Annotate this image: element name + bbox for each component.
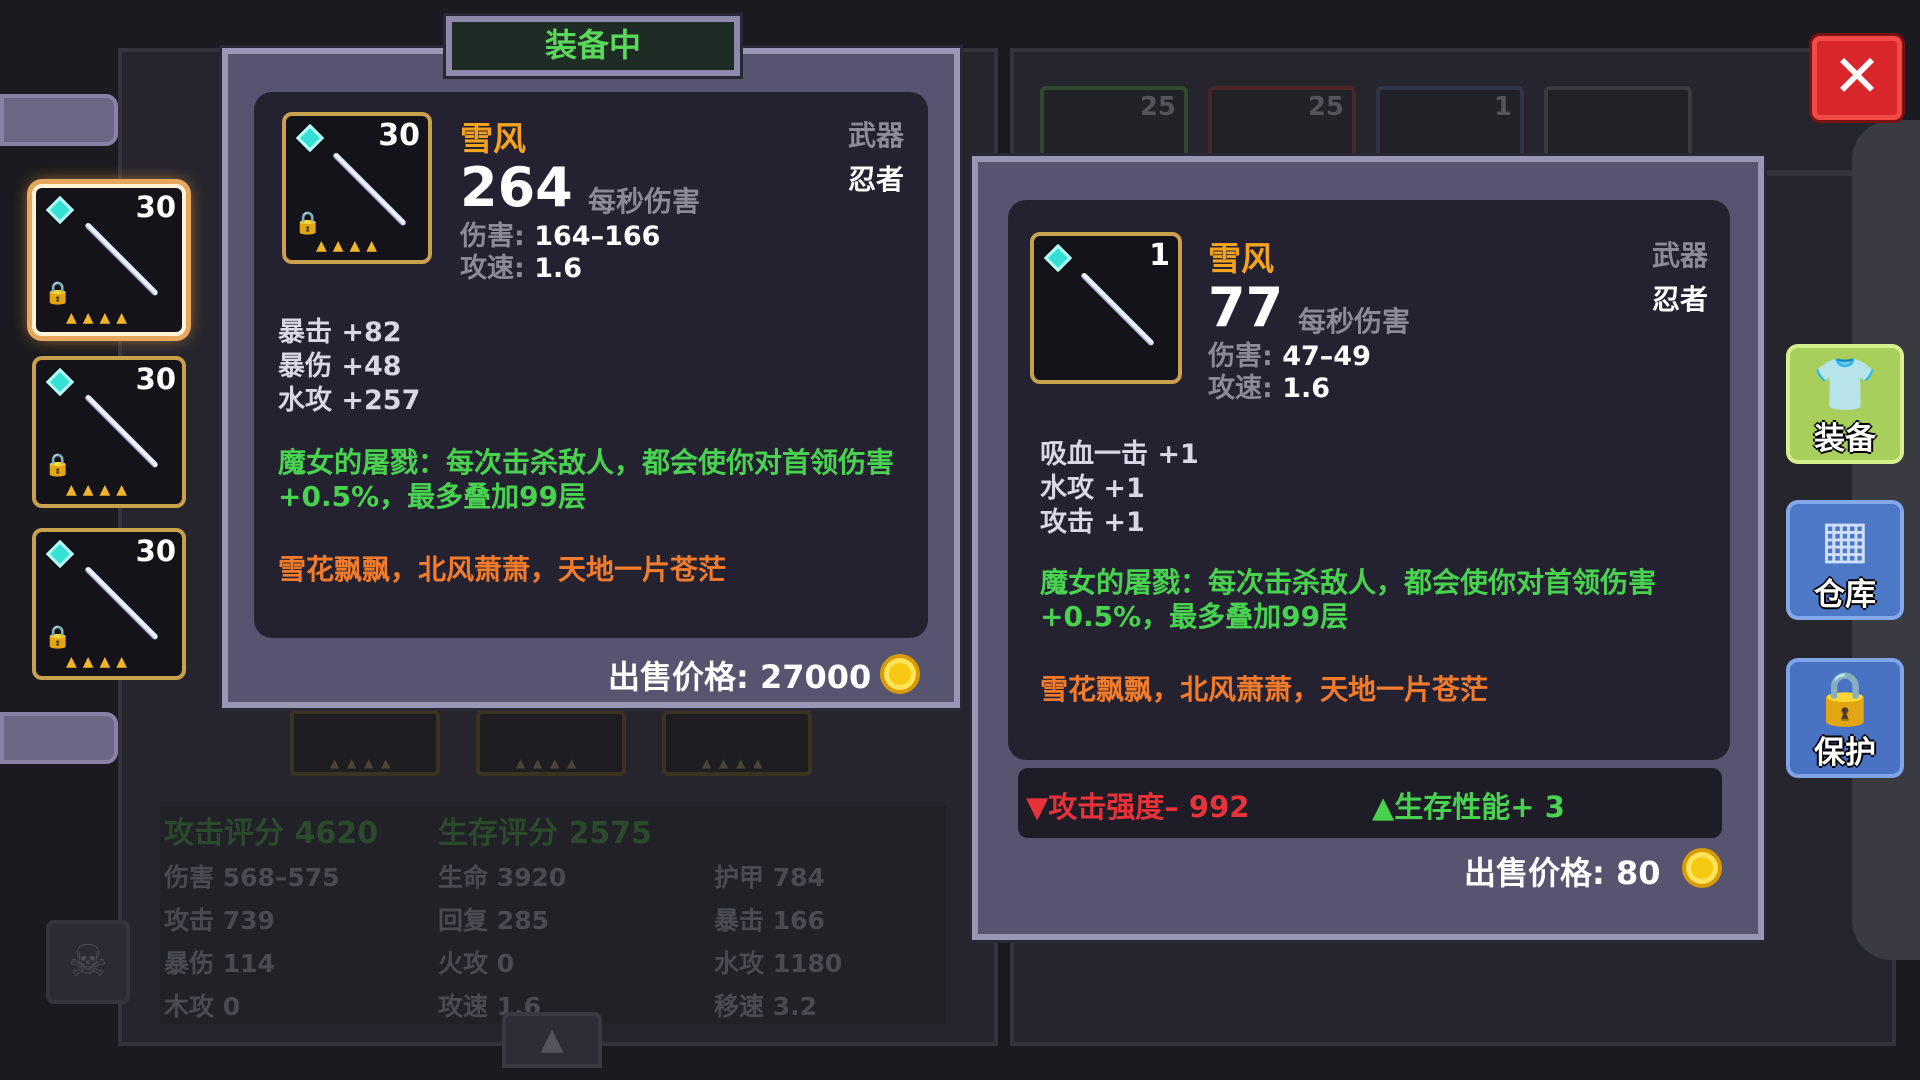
survival-compare-up: ▲生存性能+ 3: [1372, 790, 1565, 824]
lock-icon: 🔒: [1812, 669, 1878, 729]
sword-icon: [84, 393, 159, 469]
item-effect: 魔女的屠戮：每次击杀敌人，都会使你对首领伤害+0.5%，最多叠加99层: [1040, 566, 1657, 633]
stat-cell: 攻击 739: [164, 906, 275, 935]
star-rating: ▲▲▲▲: [66, 482, 134, 498]
item-flavor-text: 雪花飘飘，北风萧萧，天地一片苍茫: [278, 553, 727, 586]
item-class: 忍者: [847, 163, 904, 196]
item-level: 30: [135, 534, 176, 568]
stat-cell: 水攻 1180: [714, 949, 843, 978]
stat-cell: 火攻 0: [438, 949, 515, 978]
item-level: 1: [1149, 238, 1170, 273]
lock-icon: 🔒: [44, 625, 72, 650]
sell-price: 出售价格: 80: [1464, 854, 1661, 892]
stat-cell: 护甲 784: [714, 863, 825, 892]
gold-coin-icon: [1682, 848, 1722, 888]
bg-equip-slot[interactable]: [662, 710, 812, 776]
tab-protect[interactable]: 🔒 保护: [1786, 658, 1904, 778]
star-rating: ▲▲▲▲: [316, 238, 384, 254]
tab-protect-label: 保护: [1814, 735, 1876, 771]
sword-icon: [1080, 271, 1155, 347]
item-level: 30: [135, 362, 176, 396]
item-flavor-text: 雪花飘飘，北风萧萧，天地一片苍茫: [1040, 673, 1489, 706]
item-list-slot-selected[interactable]: 30 🔒 ▲▲▲▲: [32, 184, 186, 336]
tab-equip[interactable]: 👕 装备: [1786, 344, 1904, 464]
sword-icon: [332, 151, 407, 227]
item-type: 武器: [847, 119, 904, 152]
item-type: 武器: [1651, 239, 1708, 272]
stat-cell: 生命 3920: [438, 863, 567, 892]
survival-score: 生存评分 2575: [438, 816, 652, 851]
expand-arrow-icon[interactable]: ▲: [502, 1012, 602, 1068]
scroll-down-bar[interactable]: [0, 712, 118, 764]
speed-line: 攻速: 1.6: [460, 253, 583, 284]
bg-equip-slot[interactable]: [476, 710, 626, 776]
equipped-item-icon: 30 🔒 ▲▲▲▲: [282, 112, 432, 264]
attack-compare-down: ▼攻击强度– 992: [1026, 790, 1250, 824]
lock-icon: 🔒: [44, 281, 72, 306]
item-attribute: 水攻 +257: [278, 385, 421, 416]
sword-icon: [84, 565, 159, 641]
sword-gem-icon: [295, 123, 325, 153]
bg-slot-level: 25: [1139, 92, 1176, 122]
stat-cell: 暴伤 114: [164, 949, 275, 978]
item-name: 雪风: [460, 119, 526, 158]
stat-cell: 移速 3.2: [714, 992, 817, 1021]
bg-slot-level: 1: [1493, 92, 1512, 122]
stat-cell: 暴击 166: [714, 906, 825, 935]
item-class: 忍者: [1651, 283, 1708, 316]
attack-score: 攻击评分 4620: [164, 816, 378, 851]
close-button[interactable]: ✕: [1812, 36, 1902, 120]
item-attribute: 攻击 +1: [1040, 507, 1145, 538]
armor-icon: 👕: [1812, 355, 1878, 415]
item-list-slot[interactable]: 30 🔒 ▲▲▲▲: [32, 356, 186, 508]
item-level: 30: [378, 118, 420, 153]
tab-storage-label: 仓库: [1814, 577, 1876, 613]
item-name: 雪风: [1208, 239, 1274, 278]
sword-gem-icon: [45, 367, 75, 397]
bg-equip-slot[interactable]: [290, 710, 440, 776]
sword-gem-icon: [45, 195, 75, 225]
stat-cell: 回复 285: [438, 906, 549, 935]
storage-icon: ▦: [1820, 510, 1870, 570]
skull-icon[interactable]: ☠: [46, 920, 130, 1004]
sell-price: 出售价格: 27000: [608, 658, 872, 696]
star-rating: ▲▲▲▲: [66, 310, 134, 326]
lock-icon: 🔒: [294, 211, 322, 236]
item-dps: 264: [460, 156, 573, 219]
sword-icon: [84, 221, 159, 297]
tab-storage[interactable]: ▦ 仓库: [1786, 500, 1904, 620]
gold-coin-icon: [880, 654, 920, 694]
equipped-header: 装备中: [446, 16, 740, 76]
scroll-up-bar[interactable]: [0, 94, 118, 146]
sword-gem-icon: [45, 539, 75, 569]
bg-slot-level: 25: [1307, 92, 1344, 122]
tab-equip-label: 装备: [1814, 421, 1876, 457]
item-effect: 魔女的屠戮：每次击杀敌人，都会使你对首领伤害+0.5%，最多叠加99层: [278, 446, 895, 513]
speed-line: 攻速: 1.6: [1208, 373, 1331, 404]
sword-gem-icon: [1043, 243, 1073, 273]
stat-cell: 木攻 0: [164, 992, 241, 1021]
stat-cell: 伤害 568–575: [164, 863, 340, 892]
new-item-icon: 1: [1030, 232, 1182, 384]
item-level: 30: [135, 190, 176, 224]
lock-icon: 🔒: [44, 453, 72, 478]
item-dps: 77: [1208, 276, 1284, 339]
item-list-slot[interactable]: 30 🔒 ▲▲▲▲: [32, 528, 186, 680]
star-rating: ▲▲▲▲: [66, 654, 134, 670]
